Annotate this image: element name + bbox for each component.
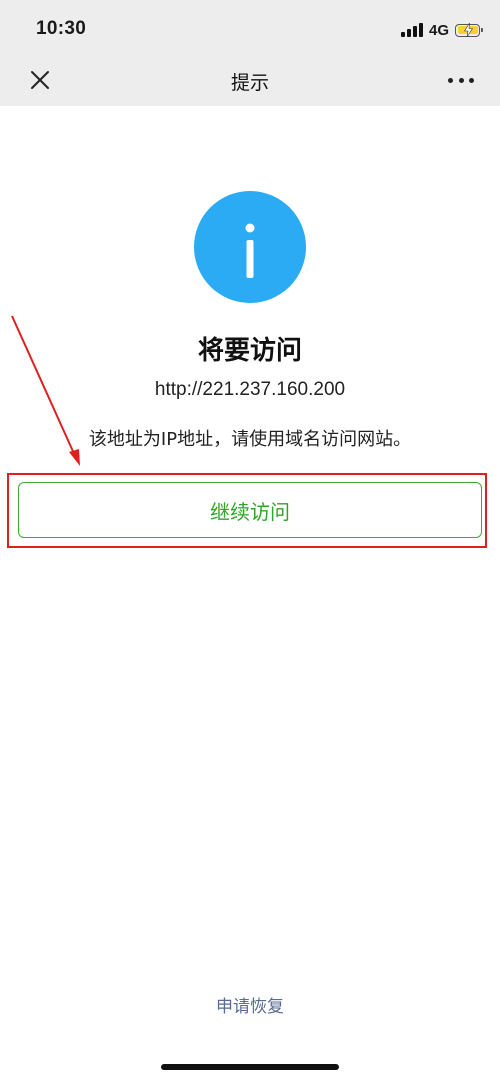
more-icon[interactable]	[448, 70, 474, 90]
top-bar: 10:30 4G 提示	[0, 0, 500, 106]
page-title: 提示	[230, 72, 269, 94]
battery-icon	[455, 23, 483, 37]
target-url: http://221.237.160.200	[154, 379, 346, 400]
network-type: 4G	[428, 21, 449, 39]
page: 10:30 4G 提示 将要访问 http://221.237.160.200 …	[0, 0, 500, 1082]
continue-visit-button[interactable]: 继续访问	[18, 482, 482, 538]
warning-description: 该地址为IP地址，请使用域名访问网站。	[88, 429, 412, 450]
status-bar: 10:30 4G	[0, 0, 500, 60]
info-icon	[194, 191, 306, 303]
nav-bar: 提示	[0, 56, 500, 106]
apply-recovery-link[interactable]: 申请恢复	[0, 992, 500, 1017]
warning-heading: 将要访问	[197, 336, 302, 366]
signal-icon	[400, 23, 423, 37]
status-indicators: 4G	[400, 20, 483, 40]
home-indicator[interactable]	[161, 1064, 339, 1070]
status-time: 10:30	[36, 18, 87, 39]
